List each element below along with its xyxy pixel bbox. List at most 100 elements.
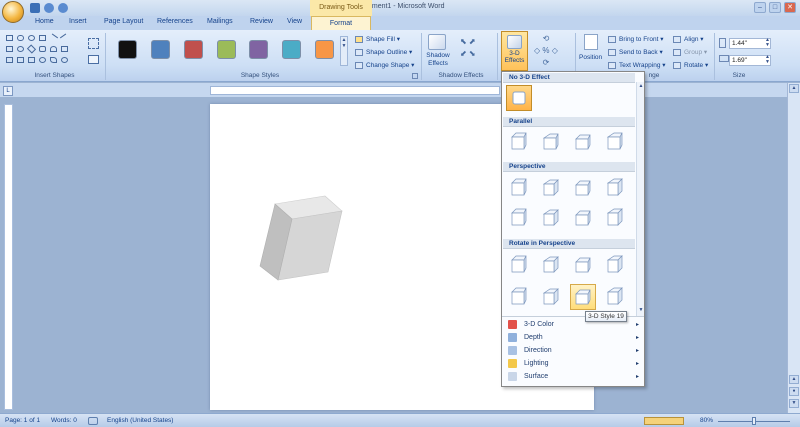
undo-icon[interactable]: [44, 3, 54, 13]
rotate-perspective-style-option[interactable]: [570, 252, 596, 278]
select-browse-object-icon[interactable]: ●: [789, 387, 799, 396]
rotate-perspective-style-option[interactable]: [506, 252, 532, 278]
oval-shape-icon[interactable]: [28, 35, 35, 41]
minimize-icon[interactable]: –: [754, 2, 766, 13]
bracket-shape-icon[interactable]: [61, 46, 68, 52]
close-icon[interactable]: ✕: [784, 2, 796, 13]
height-spinner[interactable]: ▲ ▼: [765, 38, 770, 48]
dialog-launcher-icon[interactable]: [412, 73, 418, 79]
perspective-style-option[interactable]: [506, 205, 532, 231]
textbox-shape-icon[interactable]: [6, 35, 13, 41]
rounded-rect-shape-icon[interactable]: [17, 35, 24, 41]
arc-shape-icon[interactable]: [50, 46, 57, 52]
depth-menu-item[interactable]: Depth ▸: [503, 332, 643, 344]
rotate-perspective-style-option[interactable]: [506, 284, 532, 310]
tab-references[interactable]: References: [157, 18, 193, 25]
shapes-gallery[interactable]: [6, 33, 82, 69]
style-swatch[interactable]: [217, 40, 236, 59]
tab-home[interactable]: Home: [35, 18, 54, 25]
parallel-style-option[interactable]: [538, 129, 564, 155]
rotate-perspective-style-option[interactable]: [538, 252, 564, 278]
vertical-ruler[interactable]: [4, 104, 13, 410]
shadow-effects-icon[interactable]: [428, 34, 446, 50]
page-count[interactable]: Page: 1 of 1: [5, 417, 40, 424]
parallel-style-option[interactable]: [602, 129, 628, 155]
redo-icon[interactable]: [58, 3, 68, 13]
position-icon[interactable]: [584, 34, 598, 50]
3d-box-shape[interactable]: [255, 194, 350, 286]
left-arrow-shape-icon[interactable]: [6, 57, 13, 63]
rotate-button[interactable]: Rotate ▾: [673, 61, 708, 69]
rectangle-shape-icon[interactable]: [6, 46, 13, 52]
parallel-style-option[interactable]: [506, 129, 532, 155]
send-to-back-button[interactable]: Send to Back ▾: [608, 48, 663, 56]
down-arrow-shape-icon[interactable]: [28, 57, 35, 63]
perspective-style-option[interactable]: [602, 175, 628, 201]
shadow-nudge-icons[interactable]: ⬉ ⬈ ⬋ ⬊: [460, 36, 476, 60]
parallel-style-option[interactable]: [570, 129, 596, 155]
surface-menu-item[interactable]: Surface ▸: [503, 371, 643, 383]
diamond-shape-icon[interactable]: [26, 44, 37, 54]
view-buttons[interactable]: [644, 417, 684, 425]
star-shape-icon[interactable]: [39, 57, 46, 63]
tab-format[interactable]: Format: [311, 16, 371, 31]
rotate-perspective-style-option[interactable]: [570, 284, 596, 310]
callout-shape-icon[interactable]: [39, 46, 46, 52]
perspective-style-option[interactable]: [506, 175, 532, 201]
style-swatch[interactable]: [118, 40, 137, 59]
oval-shape-icon[interactable]: [17, 46, 24, 52]
tab-mailings[interactable]: Mailings: [207, 18, 233, 25]
perspective-style-option[interactable]: [538, 205, 564, 231]
text-wrapping-button[interactable]: Text Wrapping ▾: [608, 61, 666, 69]
shadow-effects-button[interactable]: Shadow Effects: [424, 52, 452, 68]
previous-page-icon[interactable]: ▲: [789, 375, 799, 384]
style-swatch[interactable]: [315, 40, 334, 59]
style-swatch[interactable]: [151, 40, 170, 59]
style-swatch[interactable]: [249, 40, 268, 59]
zoom-level[interactable]: 80%: [700, 417, 713, 424]
text-box-icon[interactable]: [88, 55, 99, 64]
tab-view[interactable]: View: [287, 18, 302, 25]
perspective-style-option[interactable]: [602, 205, 628, 231]
align-button[interactable]: Align ▾: [673, 35, 704, 43]
right-arrow-shape-icon[interactable]: [17, 57, 24, 63]
tab-selector-icon[interactable]: L: [3, 86, 13, 96]
styles-scroll-icon[interactable]: ▲ ▼: [340, 36, 348, 66]
bring-to-front-button[interactable]: Bring to Front ▾: [608, 35, 663, 43]
3d-effects-gallery[interactable]: No 3-D Effect Parallel Perspective Rotat…: [501, 71, 645, 387]
style-swatch[interactable]: [282, 40, 301, 59]
scroll-up-icon[interactable]: ▲: [789, 84, 799, 93]
next-page-icon[interactable]: ▼: [789, 399, 799, 408]
tab-insert[interactable]: Insert: [69, 18, 87, 25]
proofing-icon[interactable]: [88, 417, 98, 425]
perspective-style-option[interactable]: [570, 175, 596, 201]
lighting-menu-item[interactable]: Lighting ▸: [503, 358, 643, 370]
rectangle-shape-icon[interactable]: [39, 35, 46, 41]
scroll-down-icon[interactable]: ▼: [638, 307, 644, 314]
save-icon[interactable]: [30, 3, 40, 13]
perspective-style-option[interactable]: [570, 205, 596, 231]
arrow-shape-icon[interactable]: [59, 33, 70, 43]
rotate-perspective-style-option[interactable]: [538, 284, 564, 310]
no-3d-effect-option[interactable]: [506, 85, 532, 111]
zoom-slider-thumb[interactable]: [752, 417, 756, 425]
shape-fill-button[interactable]: Shape Fill ▾: [355, 35, 400, 43]
shape-outline-button[interactable]: Shape Outline ▾: [355, 48, 412, 56]
tab-page-layout[interactable]: Page Layout: [104, 18, 143, 25]
curve-shape-icon[interactable]: [50, 57, 57, 63]
change-shape-button[interactable]: Change Shape ▾: [355, 61, 414, 69]
scroll-up-icon[interactable]: ▲: [638, 83, 644, 90]
position-button[interactable]: Position: [579, 54, 602, 61]
language-indicator[interactable]: English (United States): [107, 417, 173, 424]
vertical-scrollbar[interactable]: ▲ ▲ ● ▼: [787, 83, 800, 413]
tab-review[interactable]: Review: [250, 18, 273, 25]
horizontal-ruler[interactable]: [210, 86, 500, 95]
gallery-scrollbar[interactable]: ▲ ▼: [636, 82, 644, 316]
3d-effects-button[interactable]: 3-D Effects: [501, 31, 528, 71]
word-count[interactable]: Words: 0: [51, 417, 77, 424]
style-swatch[interactable]: [184, 40, 203, 59]
width-spinner[interactable]: ▲ ▼: [765, 55, 770, 65]
group-button[interactable]: Group ▾: [673, 48, 707, 56]
rotate-perspective-style-option[interactable]: [602, 252, 628, 278]
edit-shape-icon[interactable]: [88, 38, 99, 49]
